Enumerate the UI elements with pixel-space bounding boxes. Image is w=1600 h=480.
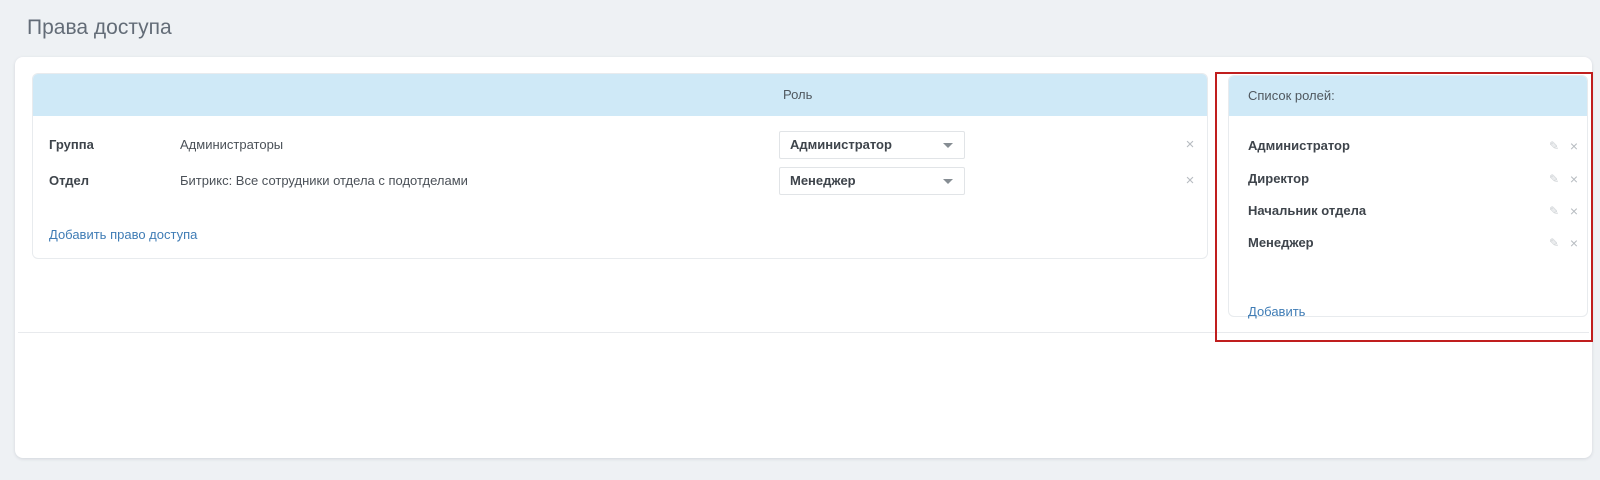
role-select-dropdown[interactable]: Администратор	[779, 131, 965, 159]
role-list-item: Администратор ✎ ×	[1229, 134, 1587, 158]
edit-role-icon[interactable]: ✎	[1546, 167, 1562, 191]
role-name-label: Менеджер	[1248, 231, 1314, 255]
add-access-right-link[interactable]: Добавить право доступа	[49, 227, 197, 243]
remove-access-right-button[interactable]: ×	[1180, 167, 1200, 195]
access-type-label: Отдел	[49, 167, 89, 195]
role-name-label: Администратор	[1248, 134, 1350, 158]
table-header-band: Роль	[33, 74, 1207, 116]
delete-role-icon[interactable]: ×	[1566, 134, 1582, 158]
access-type-label: Группа	[49, 131, 94, 159]
delete-role-icon[interactable]: ×	[1566, 199, 1582, 223]
roles-list-title: Список ролей:	[1248, 76, 1335, 116]
add-role-link[interactable]: Добавить	[1248, 304, 1305, 320]
role-list-item: Директор ✎ ×	[1229, 167, 1587, 191]
role-select-dropdown[interactable]: Менеджер	[779, 167, 965, 195]
role-name-label: Директор	[1248, 167, 1309, 191]
access-row-group: Группа Администраторы Администратор ×	[33, 131, 1207, 159]
role-column-header: Роль	[783, 74, 812, 116]
chevron-down-icon	[943, 179, 953, 184]
access-rights-card: Роль Группа Администраторы Администратор…	[15, 57, 1592, 458]
role-list-item: Начальник отдела ✎ ×	[1229, 199, 1587, 223]
roles-list-panel: Список ролей: Администратор ✎ × Директор…	[1228, 75, 1588, 317]
remove-access-right-button[interactable]: ×	[1180, 131, 1200, 159]
access-subject-label: Битрикс: Все сотрудники отдела с подотде…	[180, 167, 468, 195]
section-divider	[18, 332, 1589, 333]
delete-role-icon[interactable]: ×	[1566, 231, 1582, 255]
access-row-department: Отдел Битрикс: Все сотрудники отдела с п…	[33, 167, 1207, 195]
page-title: Права доступа	[27, 16, 172, 40]
edit-role-icon[interactable]: ✎	[1546, 134, 1562, 158]
chevron-down-icon	[943, 143, 953, 148]
role-select-value: Администратор	[790, 132, 892, 158]
edit-role-icon[interactable]: ✎	[1546, 199, 1562, 223]
role-select-value: Менеджер	[790, 168, 856, 194]
role-name-label: Начальник отдела	[1248, 199, 1366, 223]
role-list-item: Менеджер ✎ ×	[1229, 231, 1587, 255]
access-subject-label: Администраторы	[180, 131, 283, 159]
delete-role-icon[interactable]: ×	[1566, 167, 1582, 191]
roles-list-header-band: Список ролей:	[1229, 76, 1587, 116]
access-rights-table: Роль Группа Администраторы Администратор…	[32, 73, 1208, 259]
edit-role-icon[interactable]: ✎	[1546, 231, 1562, 255]
